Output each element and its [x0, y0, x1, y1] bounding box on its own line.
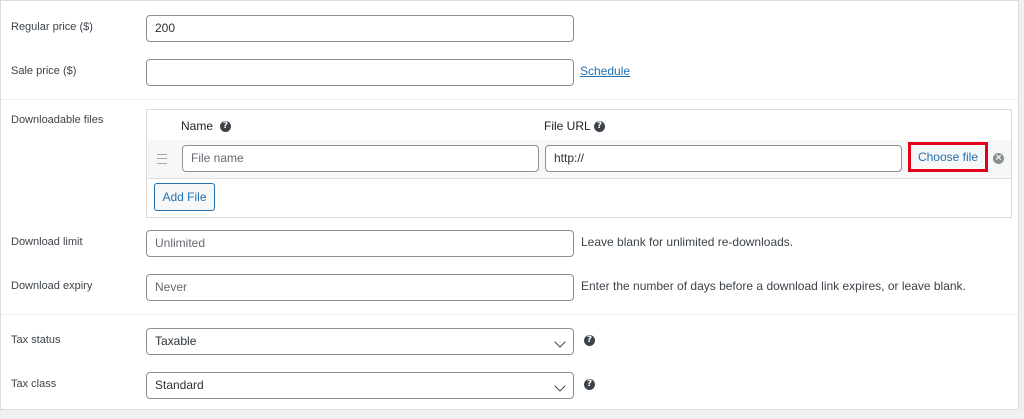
download-limit-input[interactable]: Unlimited [146, 230, 574, 257]
tax-status-value: Taxable [155, 334, 197, 348]
file-url-help-icon[interactable]: ? [594, 121, 605, 132]
download-limit-label: Download limit [11, 236, 83, 248]
file-url-input[interactable]: http:// [545, 145, 902, 172]
sale-price-label: Sale price ($) [11, 65, 77, 77]
chevron-down-icon [554, 380, 566, 392]
downloadable-files-label: Downloadable files [11, 114, 104, 126]
download-expiry-description: Enter the number of days before a downlo… [581, 279, 966, 293]
download-expiry-input[interactable]: Never [146, 274, 574, 301]
download-limit-description: Leave blank for unlimited re-downloads. [581, 235, 794, 249]
schedule-link[interactable]: Schedule [580, 64, 630, 78]
remove-file-icon[interactable]: × [993, 153, 1004, 164]
download-file-row: File name http:// Choose file × [147, 140, 1011, 179]
tax-class-select[interactable]: Standard [146, 372, 574, 399]
product-data-panel: Regular price ($) 200 Sale price ($) Sch… [0, 0, 1019, 410]
name-column-header: Name [181, 119, 214, 133]
name-help-icon[interactable]: ? [220, 121, 231, 132]
section-divider [1, 314, 1018, 315]
downloadable-files-header: Name ? File URL ? [147, 110, 1011, 141]
add-file-button[interactable]: Add File [154, 183, 215, 211]
chevron-down-icon [554, 336, 566, 348]
section-divider [1, 99, 1018, 100]
regular-price-input[interactable]: 200 [146, 15, 574, 42]
tax-status-label: Tax status [11, 334, 61, 346]
downloadable-files-table: Name ? File URL ? File name http:// Choo… [146, 109, 1012, 218]
tax-class-value: Standard [155, 378, 204, 392]
tax-class-label: Tax class [11, 378, 57, 390]
tax-class-help-icon[interactable]: ? [584, 379, 595, 390]
file-url-column-header: File URL [544, 119, 591, 133]
tax-status-help-icon[interactable]: ? [584, 335, 595, 346]
choose-file-button[interactable]: Choose file [908, 142, 988, 172]
file-name-input[interactable]: File name [182, 145, 539, 172]
download-expiry-label: Download expiry [11, 280, 93, 292]
sale-price-input[interactable] [146, 59, 574, 86]
drag-handle-icon[interactable] [157, 154, 167, 164]
regular-price-label: Regular price ($) [11, 21, 93, 33]
tax-status-select[interactable]: Taxable [146, 328, 574, 355]
